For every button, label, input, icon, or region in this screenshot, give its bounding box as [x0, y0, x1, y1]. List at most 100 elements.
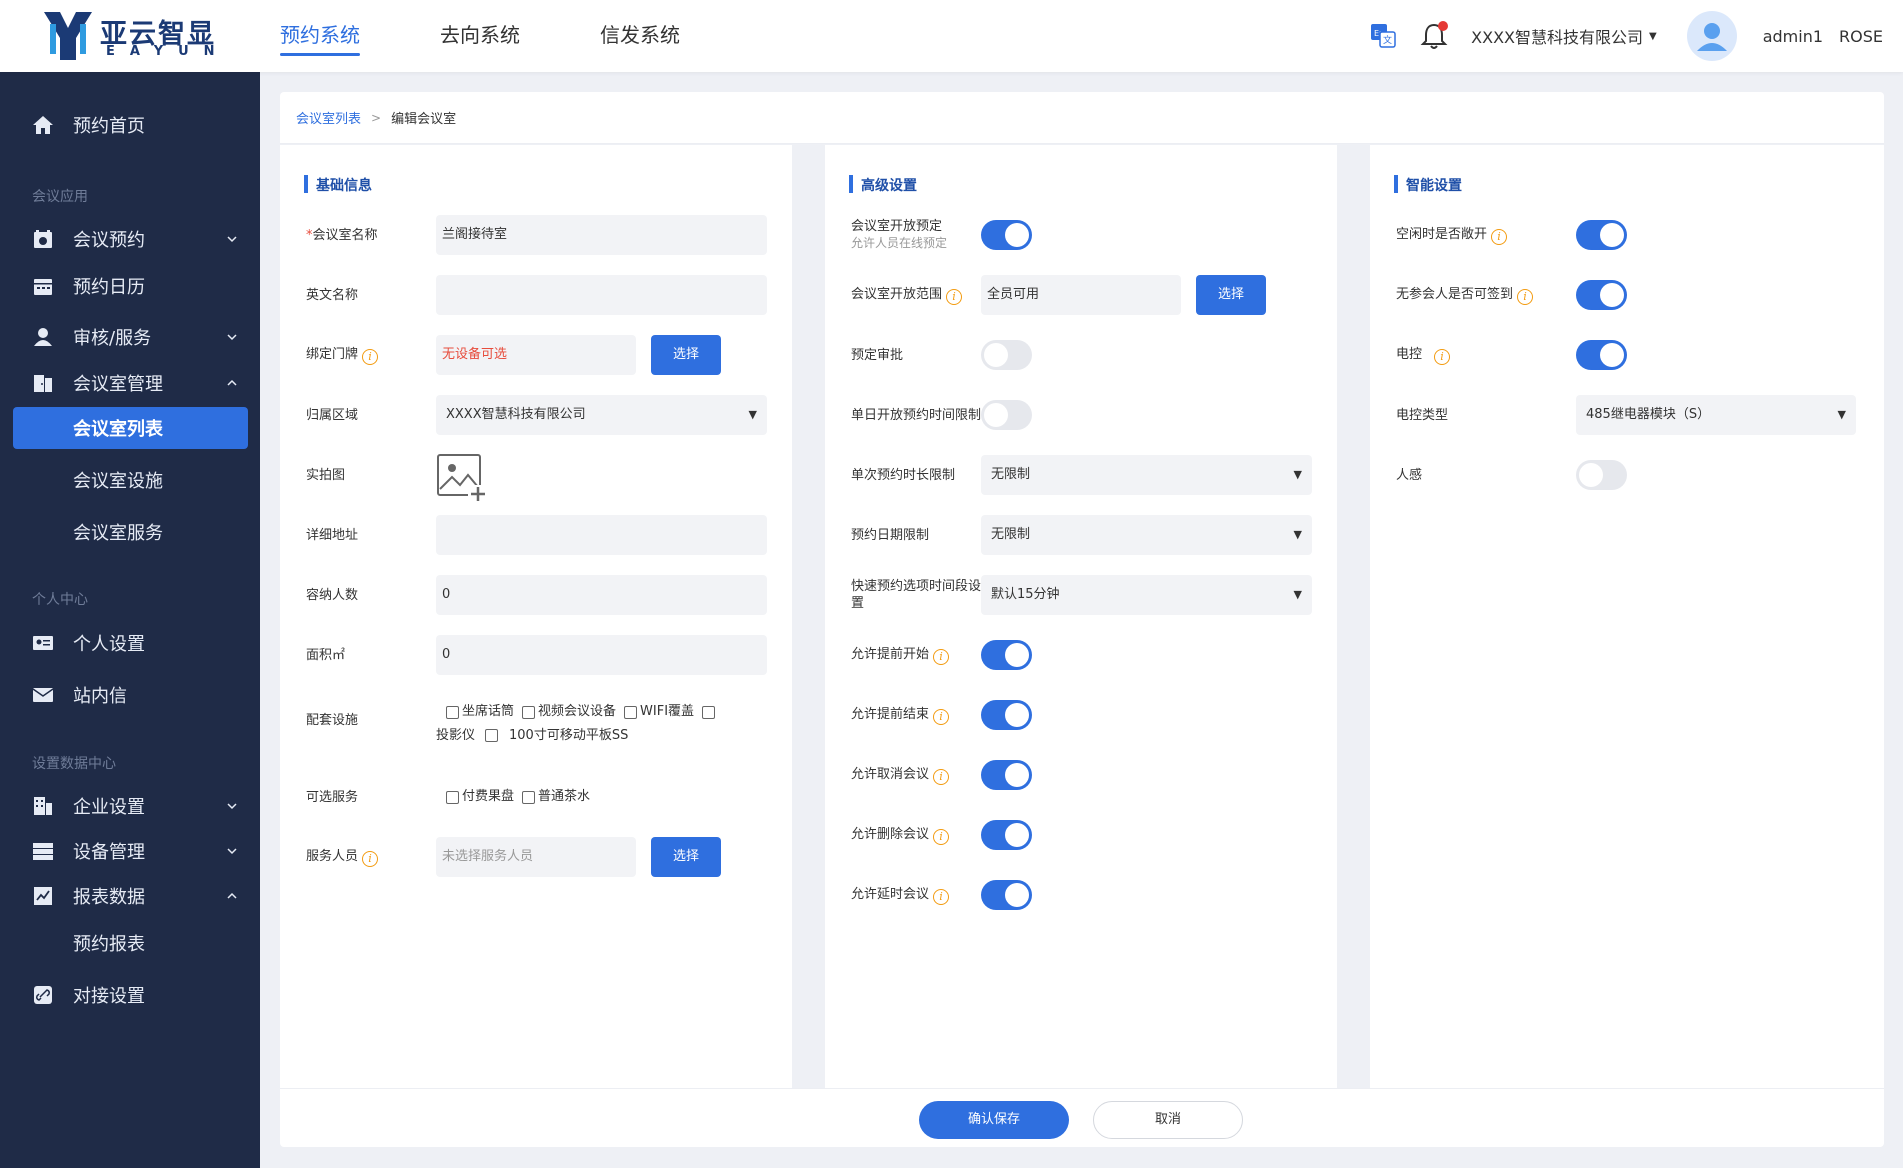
info-icon[interactable]: i [946, 288, 963, 305]
approval-toggle[interactable] [981, 340, 1032, 370]
checkbox[interactable] [522, 705, 536, 719]
username[interactable]: admin1 [1763, 27, 1823, 46]
notification-bell-icon[interactable] [1419, 20, 1449, 52]
info-icon[interactable]: i [362, 348, 379, 365]
en-name-input[interactable] [436, 275, 767, 315]
sidebar-item-label: 预约首页 [73, 116, 145, 137]
size-input[interactable]: 0 [436, 635, 767, 675]
room-name-input[interactable]: 兰阁接待室 [436, 215, 767, 255]
facility-option[interactable]: 坐席话筒 [446, 702, 514, 722]
checkbox[interactable] [485, 729, 499, 742]
staff-input[interactable]: 未选择服务人员 [436, 837, 636, 877]
checkbox[interactable] [446, 790, 459, 804]
info-icon[interactable]: i [933, 768, 950, 785]
save-button[interactable]: 确认保存 [919, 1101, 1069, 1139]
sidebar-item-home[interactable]: 预约首页 [0, 104, 260, 146]
info-icon[interactable]: i [933, 888, 950, 905]
facility-option[interactable]: WIFI覆盖 [624, 702, 694, 722]
power-type-select[interactable]: 485继电器模块（S） ▼ [1576, 395, 1856, 435]
info-icon[interactable]: i [1517, 288, 1534, 305]
sidebar-item-room-facility[interactable]: 会议室设施 [0, 459, 260, 501]
duration-limit-select[interactable]: 无限制 ▼ [981, 455, 1312, 495]
sidebar-item-review-service[interactable]: 审核/服务 [0, 316, 260, 358]
sidebar-item-label: 审核/服务 [73, 328, 152, 349]
idle-open-toggle[interactable] [1576, 220, 1627, 250]
chevron-down-icon [227, 803, 237, 810]
logo[interactable]: 亚云智显 EAYUN [42, 10, 227, 62]
user-role: ROSE [1839, 26, 1883, 46]
open-scope-input[interactable]: 全员可用 [981, 275, 1181, 315]
info-icon[interactable]: i [933, 708, 950, 725]
chevron-down-icon [227, 848, 237, 855]
address-input[interactable] [436, 515, 767, 555]
checkbox[interactable] [624, 705, 638, 719]
sidebar-group-meeting-app: 会议应用 [32, 189, 88, 205]
advanced-settings-panel: 高级设置 会议室开放预定 允许人员在线预定 会议室开放范围 i 全员可用 选择 预… [825, 145, 1337, 1088]
info-icon[interactable]: i [1434, 348, 1451, 365]
checkbox[interactable] [446, 705, 459, 719]
info-icon[interactable]: i [362, 850, 379, 867]
nav-signage-system[interactable]: 信发系统 [600, 0, 680, 72]
area-select[interactable]: XXXX智慧科技有限公司 ▼ [436, 395, 767, 435]
staff-select-button[interactable]: 选择 [651, 837, 721, 877]
facility-option[interactable] [702, 705, 718, 719]
nav-booking-system[interactable]: 预约系统 [280, 0, 360, 72]
delete-meeting-label: 允许删除会议 [851, 826, 930, 842]
early-end-toggle[interactable] [981, 700, 1032, 730]
facility-option[interactable]: 视频会议设备 [522, 702, 616, 722]
early-start-toggle[interactable] [981, 640, 1032, 670]
info-icon[interactable]: i [1491, 228, 1508, 245]
nav-whereabouts-system[interactable]: 去向系统 [440, 0, 520, 72]
open-booking-label: 会议室开放预定 [851, 219, 943, 234]
open-booking-toggle[interactable] [981, 220, 1032, 250]
sidebar-item-personal-settings[interactable]: 个人设置 [0, 622, 260, 664]
sidebar-item-label: 预约日历 [73, 277, 145, 298]
sidebar-item-room-list[interactable]: 会议室列表 [13, 407, 248, 449]
cancel-button[interactable]: 取消 [1093, 1101, 1243, 1139]
section-title-smart: 智能设置 [1394, 175, 1462, 195]
facility-option-projector[interactable]: 投影仪 [436, 726, 501, 746]
quick-interval-select[interactable]: 默认15分钟 ▼ [981, 575, 1312, 615]
sidebar-item-room-service[interactable]: 会议室服务 [0, 511, 260, 553]
power-control-toggle[interactable] [1576, 340, 1627, 370]
chevron-down-icon [227, 236, 237, 243]
info-icon[interactable]: i [933, 648, 950, 665]
photo-label: 实拍图 [306, 467, 346, 483]
daily-limit-toggle[interactable] [981, 400, 1032, 430]
doorplate-input[interactable]: 无设备可选 [436, 335, 636, 375]
checkbox[interactable] [522, 790, 536, 804]
checkin-toggle[interactable] [1576, 280, 1627, 310]
facility-option[interactable]: 100寸可移动平板SS [509, 726, 628, 746]
sidebar-item-booking-report[interactable]: 预约报表 [0, 922, 260, 964]
info-icon[interactable]: i [933, 828, 950, 845]
sidebar-item-device-management[interactable]: 设备管理 [0, 830, 260, 872]
breadcrumb-room-list-link[interactable]: 会议室列表 [296, 108, 361, 127]
sidebar-item-report-data[interactable]: 报表数据 [0, 875, 260, 917]
checkbox[interactable] [702, 705, 716, 719]
sidebar-item-integration-settings[interactable]: 对接设置 [0, 974, 260, 1016]
service-option[interactable]: 付费果盘 [446, 787, 514, 807]
sidebar-item-room-management[interactable]: 会议室管理 [0, 362, 260, 404]
chevron-down-icon: ▼ [1649, 30, 1657, 42]
sensor-toggle[interactable] [1576, 460, 1627, 490]
delete-meeting-toggle[interactable] [981, 820, 1032, 850]
company-selector[interactable]: XXXX智慧科技有限公司 ▼ [1471, 24, 1657, 48]
service-option[interactable]: 普通茶水 [522, 787, 590, 807]
basic-info-panel: 基础信息 *会议室名称 兰阁接待室 英文名称 绑定门牌 i 无设备可选 选择 归属… [280, 145, 792, 1088]
sidebar-item-booking-calendar[interactable]: 预约日历 [0, 265, 260, 307]
doorplate-select-button[interactable]: 选择 [651, 335, 721, 375]
date-limit-select[interactable]: 无限制 ▼ [981, 515, 1312, 555]
cancel-meeting-toggle[interactable] [981, 760, 1032, 790]
language-switch-icon[interactable]: En 文 [1369, 22, 1397, 50]
extend-meeting-toggle[interactable] [981, 880, 1032, 910]
image-upload-icon[interactable] [436, 453, 488, 503]
sidebar: 预约首页 会议应用 会议预约 预约日历 审核/服务 会议室管理 会议室列表 会议… [0, 72, 260, 1168]
sidebar-item-inbox[interactable]: 站内信 [0, 674, 260, 716]
open-scope-select-button[interactable]: 选择 [1196, 275, 1266, 315]
sidebar-item-meeting-booking[interactable]: 会议预约 [0, 218, 260, 260]
avatar[interactable] [1686, 11, 1737, 61]
capacity-input[interactable]: 0 [436, 575, 767, 615]
logo-mark-icon [42, 10, 94, 62]
sidebar-item-enterprise-settings[interactable]: 企业设置 [0, 785, 260, 827]
sidebar-item-label: 设备管理 [73, 842, 145, 863]
